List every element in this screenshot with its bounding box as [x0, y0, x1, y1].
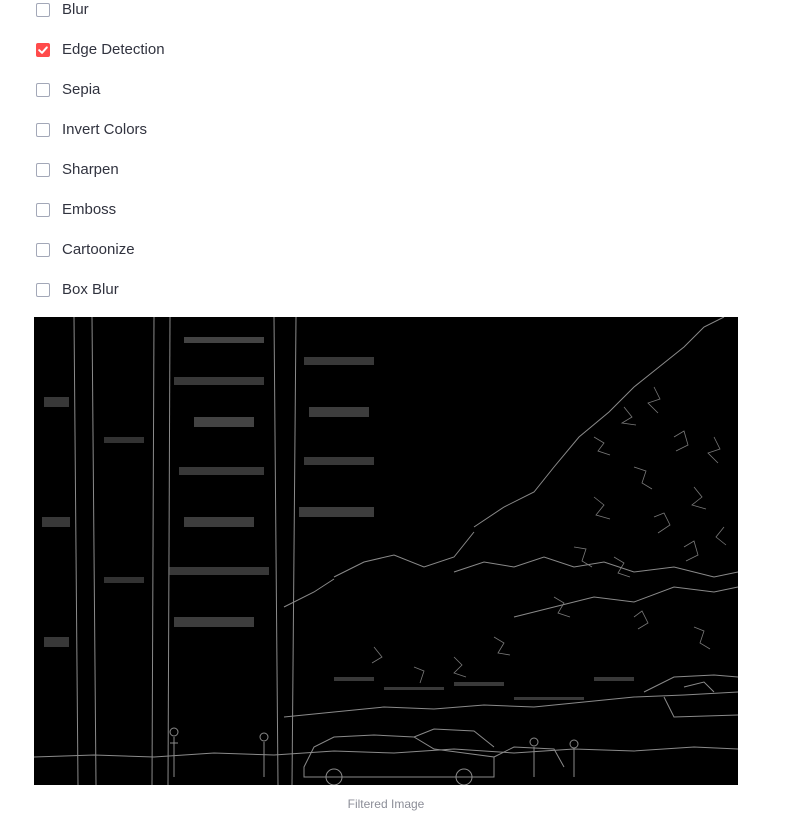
checkbox-emboss[interactable]: [36, 203, 50, 217]
filter-label-blur: Blur: [62, 1, 89, 18]
filter-label-sharpen: Sharpen: [62, 161, 119, 178]
filter-emboss[interactable]: Emboss: [36, 198, 296, 222]
edge-detected-image: [34, 317, 738, 785]
image-caption: Filtered Image: [347, 797, 425, 811]
app-page: Blur Edge Detection Sepia Invert Colors: [0, 0, 789, 817]
filter-sepia[interactable]: Sepia: [36, 78, 296, 102]
filter-label-emboss: Emboss: [62, 201, 117, 218]
checkbox-blur[interactable]: [36, 3, 50, 17]
filter-label-invert-colors: Invert Colors: [62, 121, 148, 138]
filtered-image: [34, 317, 738, 785]
checkbox-invert-colors[interactable]: [36, 123, 50, 137]
checkbox-sharpen[interactable]: [36, 163, 50, 177]
filter-invert-colors[interactable]: Invert Colors: [36, 118, 296, 142]
check-icon: [38, 46, 48, 54]
checkbox-sepia[interactable]: [36, 83, 50, 97]
checkbox-box-blur[interactable]: [36, 283, 50, 297]
filter-label-edge-detection: Edge Detection: [62, 41, 165, 58]
filter-label-sepia: Sepia: [62, 81, 101, 98]
filter-sharpen[interactable]: Sharpen: [36, 158, 296, 182]
filter-blur[interactable]: Blur: [36, 0, 296, 22]
filter-label-cartoonize: Cartoonize: [62, 241, 135, 258]
filter-edge-detection[interactable]: Edge Detection: [36, 38, 296, 62]
filter-box-blur[interactable]: Box Blur: [36, 278, 296, 302]
checkbox-cartoonize[interactable]: [36, 243, 50, 257]
filter-cartoonize[interactable]: Cartoonize: [36, 238, 296, 262]
checkbox-edge-detection[interactable]: [36, 43, 50, 57]
filter-label-box-blur: Box Blur: [62, 281, 119, 298]
